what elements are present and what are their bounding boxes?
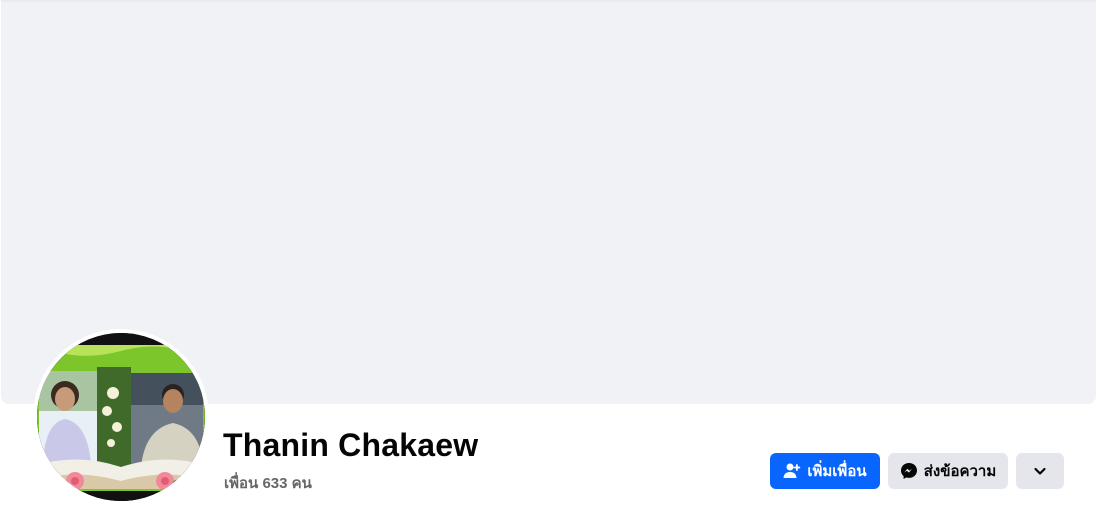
add-friend-button[interactable]: เพิ่มเพื่อน: [770, 453, 880, 489]
person-plus-icon: [783, 462, 801, 480]
more-options-button[interactable]: [1016, 453, 1064, 489]
add-friend-label: เพิ่มเพื่อน: [807, 463, 867, 480]
message-label: ส่งข้อความ: [923, 463, 997, 480]
message-button[interactable]: ส่งข้อความ: [888, 453, 1008, 489]
profile-page: Thanin Chakaew เพื่อน 633 คน เพิ่มเพื่อน: [0, 0, 1111, 511]
messenger-icon: [900, 462, 918, 480]
profile-picture[interactable]: [37, 333, 205, 501]
profile-picture-frame: [33, 329, 209, 505]
chevron-down-icon: [1031, 462, 1049, 480]
profile-name: Thanin Chakaew: [223, 427, 479, 463]
friends-count-link[interactable]: เพื่อน 633 คน: [224, 471, 312, 495]
